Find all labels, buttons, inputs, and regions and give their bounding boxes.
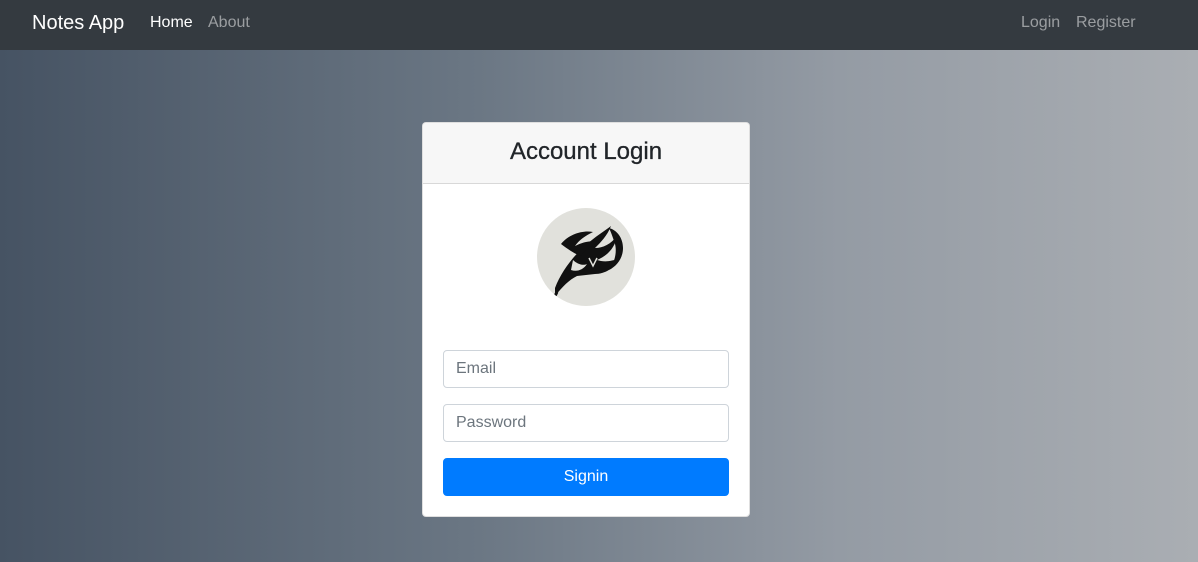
fairy-tail-emblem-icon bbox=[537, 208, 635, 306]
emblem-graphic bbox=[551, 226, 623, 301]
login-card-header: Account Login bbox=[423, 123, 749, 184]
password-field[interactable] bbox=[443, 404, 729, 442]
login-title: Account Login bbox=[509, 138, 663, 165]
brand-logo-link[interactable]: Notes App bbox=[32, 11, 124, 35]
nav-link-register[interactable]: Register bbox=[1076, 13, 1136, 33]
nav-link-login[interactable]: Login bbox=[1021, 13, 1060, 33]
login-card: Account Login Signin bbox=[422, 122, 750, 517]
email-field[interactable] bbox=[443, 350, 729, 388]
signin-button[interactable]: Signin bbox=[443, 458, 729, 496]
nav-link-home[interactable]: Home bbox=[150, 13, 193, 33]
nav-link-about[interactable]: About bbox=[208, 13, 250, 33]
top-navbar: Notes App Home About Login Register bbox=[0, 0, 1198, 50]
